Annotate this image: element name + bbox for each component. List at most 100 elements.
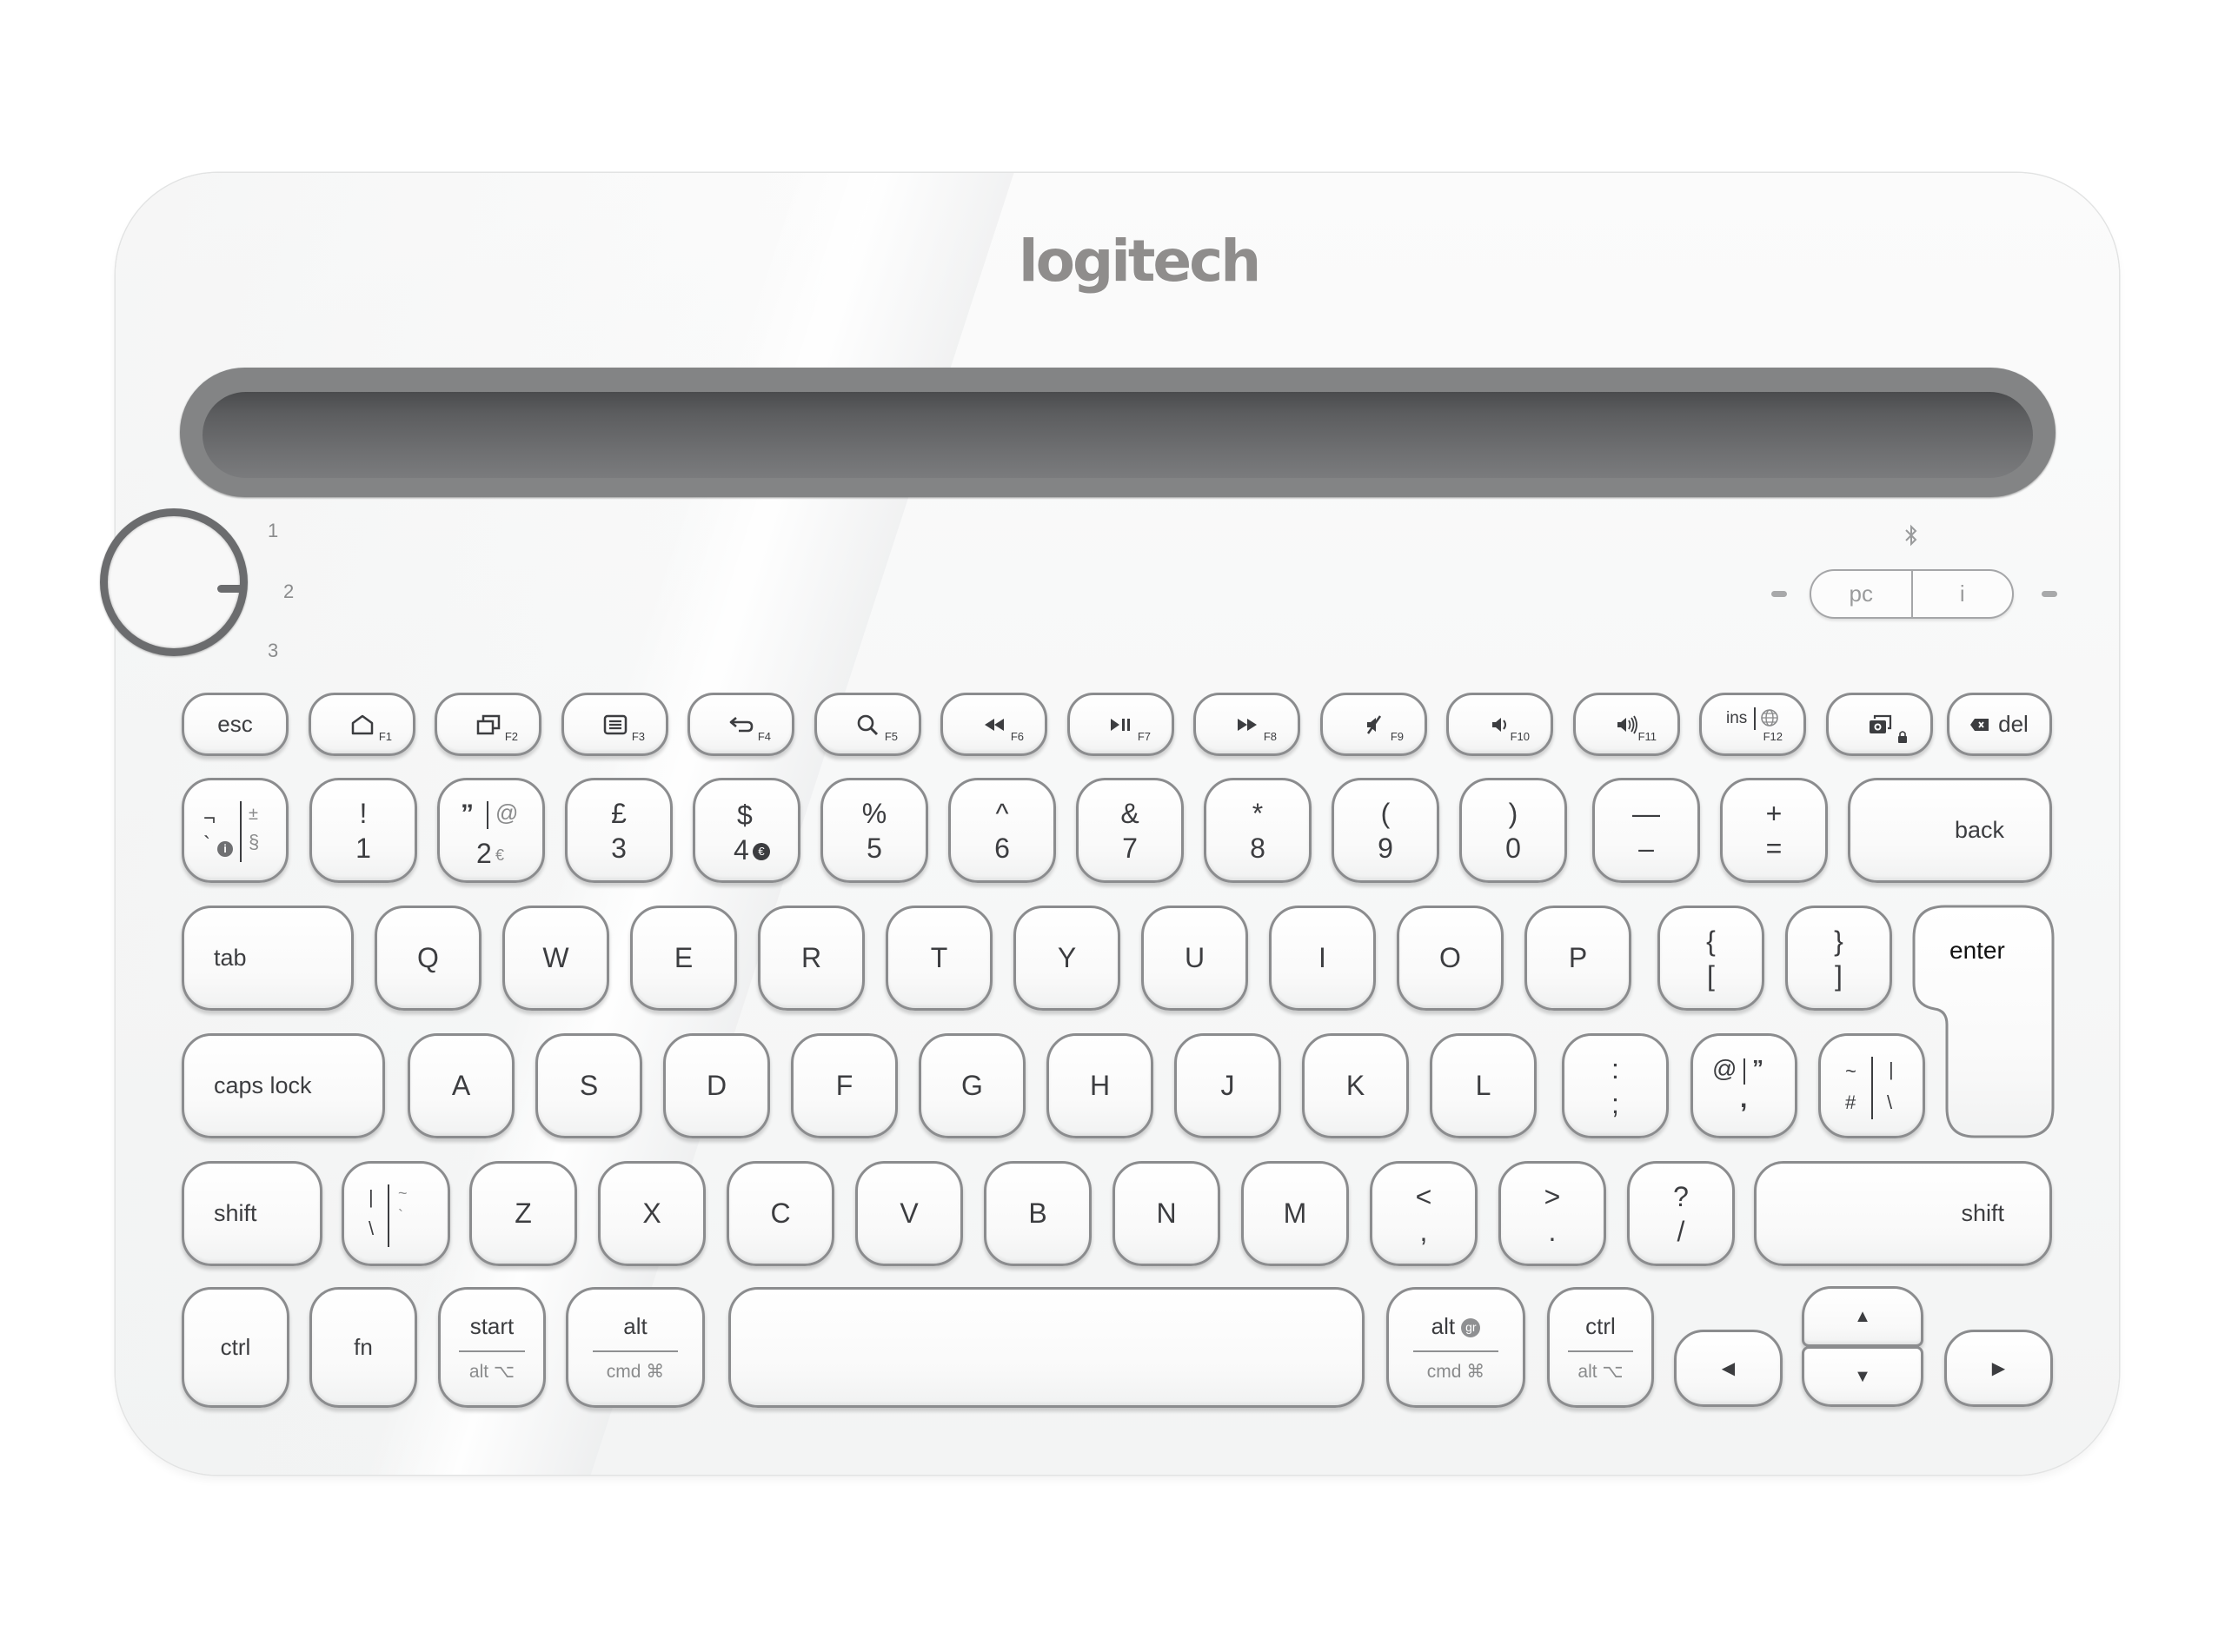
key-4[interactable]: $ 4 € (693, 778, 800, 883)
key-semicolon[interactable]: :; (1562, 1033, 1669, 1138)
easy-switch-dial[interactable] (100, 508, 248, 656)
screenshot-icon (1869, 714, 1891, 733)
dial-indicator (217, 585, 245, 593)
key-f7[interactable]: F7 (1067, 693, 1174, 756)
key-f3[interactable]: F3 (561, 693, 668, 756)
key-f10[interactable]: F10 (1446, 693, 1553, 756)
key-l[interactable]: L (1430, 1033, 1537, 1138)
key-p[interactable]: P (1524, 906, 1631, 1011)
key-alt-gr[interactable]: alt gr cmd ⌘ (1386, 1287, 1525, 1408)
key-left-ctrl[interactable]: ctrl (182, 1287, 289, 1408)
key-caps-lock[interactable]: caps lock (182, 1033, 385, 1138)
key-slash[interactable]: ? / (1627, 1161, 1735, 1266)
key-f11[interactable]: F11 (1573, 693, 1680, 756)
os-toggle[interactable]: pc i (1810, 569, 2014, 619)
key-apostrophe[interactable]: @ ” , (1690, 1033, 1797, 1138)
key-right-ctrl[interactable]: ctrl alt ⌥ (1547, 1287, 1654, 1408)
key-space[interactable] (728, 1287, 1365, 1408)
key-f[interactable]: F (791, 1033, 898, 1138)
bluetooth-icon (1905, 524, 1917, 547)
key-j[interactable]: J (1174, 1033, 1281, 1138)
key-period[interactable]: >. (1498, 1161, 1606, 1266)
key-del[interactable]: del (1947, 693, 2052, 756)
key-x[interactable]: X (598, 1161, 706, 1266)
os-toggle-pc[interactable]: pc (1811, 571, 1911, 617)
key-v[interactable]: V (855, 1161, 963, 1266)
key-arrow-up[interactable]: ▲ (1802, 1286, 1923, 1347)
key-b[interactable]: B (984, 1161, 1092, 1266)
led-indicator-right (2042, 591, 2057, 597)
key-screenshot[interactable] (1826, 693, 1933, 756)
key-9[interactable]: (9 (1332, 778, 1439, 883)
key-f2[interactable]: F2 (435, 693, 541, 756)
key-start[interactable]: start alt ⌥ (438, 1287, 546, 1408)
key-left-bracket[interactable]: {[ (1657, 906, 1764, 1011)
key-equals[interactable]: + = (1720, 778, 1828, 883)
key-h[interactable]: H (1046, 1033, 1153, 1138)
key-k[interactable]: K (1302, 1033, 1409, 1138)
key-arrow-down[interactable]: ▼ (1802, 1346, 1923, 1407)
divider (1754, 707, 1756, 730)
divider (459, 1350, 525, 1352)
key-q[interactable]: Q (375, 906, 482, 1011)
key-minus[interactable]: — – (1592, 778, 1700, 883)
key-e[interactable]: E (630, 906, 737, 1011)
key-right-shift[interactable]: shift (1754, 1161, 2052, 1266)
key-f6[interactable]: F6 (940, 693, 1047, 756)
key-2[interactable]: ” @ 2 € (437, 778, 545, 883)
key-arrow-left[interactable]: ◀ (1674, 1330, 1783, 1407)
volume-up-icon (1617, 715, 1637, 733)
key-f5[interactable]: F5 (814, 693, 921, 756)
key-f8[interactable]: F8 (1193, 693, 1300, 756)
key-backspace[interactable]: back (1848, 778, 2052, 883)
globe-icon (1761, 709, 1778, 726)
key-c[interactable]: C (727, 1161, 834, 1266)
logitech-logo: logitech (1019, 228, 1261, 295)
info-badge: i (217, 841, 233, 857)
key-o[interactable]: O (1397, 906, 1504, 1011)
os-toggle-ios[interactable]: i (1910, 571, 2013, 617)
play-pause-icon (1110, 718, 1130, 731)
key-fn[interactable]: fn (309, 1287, 417, 1408)
key-hash[interactable]: ~ # | \ (1818, 1033, 1925, 1138)
key-m[interactable]: M (1241, 1161, 1349, 1266)
key-8[interactable]: * 8 (1204, 778, 1312, 883)
key-f9[interactable]: F9 (1320, 693, 1427, 756)
key-s[interactable]: S (535, 1033, 642, 1138)
divider (1568, 1350, 1633, 1352)
arrow-down-icon: ▼ (1854, 1366, 1871, 1386)
key-enter[interactable]: enter (1912, 905, 2055, 1138)
key-right-bracket[interactable]: }] (1785, 906, 1892, 1011)
key-left-alt[interactable]: alt cmd ⌘ (566, 1287, 705, 1408)
key-tab[interactable]: tab (182, 906, 354, 1011)
key-left-shift[interactable]: shift (182, 1161, 322, 1266)
key-z[interactable]: Z (469, 1161, 577, 1266)
key-i[interactable]: I (1269, 906, 1376, 1011)
key-0[interactable]: ) 0 (1459, 778, 1567, 883)
key-backtick[interactable]: ¬ ` i ± § (182, 778, 289, 883)
key-d[interactable]: D (663, 1033, 770, 1138)
key-7[interactable]: & 7 (1076, 778, 1184, 883)
key-f12[interactable]: ins F12 (1699, 693, 1806, 756)
key-backslash[interactable]: | \ ~ ` (342, 1161, 450, 1266)
key-f4[interactable]: F4 (687, 693, 794, 756)
key-u[interactable]: U (1141, 906, 1248, 1011)
key-f1[interactable]: F1 (309, 693, 415, 756)
delete-icon (1970, 718, 1989, 731)
key-comma[interactable]: <, (1370, 1161, 1478, 1266)
key-y[interactable]: Y (1013, 906, 1120, 1011)
key-a[interactable]: A (408, 1033, 515, 1138)
key-3[interactable]: £3 (565, 778, 673, 883)
key-1[interactable]: ! 1 (309, 778, 417, 883)
key-arrow-right[interactable]: ▶ (1944, 1330, 2053, 1407)
gr-badge: gr (1461, 1317, 1481, 1337)
key-esc[interactable]: esc (182, 693, 289, 756)
key-5[interactable]: % 5 (820, 778, 928, 883)
key-r[interactable]: R (758, 906, 865, 1011)
key-t[interactable]: T (886, 906, 993, 1011)
divider (487, 801, 488, 829)
key-g[interactable]: G (919, 1033, 1026, 1138)
key-6[interactable]: ^ 6 (948, 778, 1056, 883)
key-w[interactable]: W (502, 906, 609, 1011)
key-n[interactable]: N (1112, 1161, 1220, 1266)
